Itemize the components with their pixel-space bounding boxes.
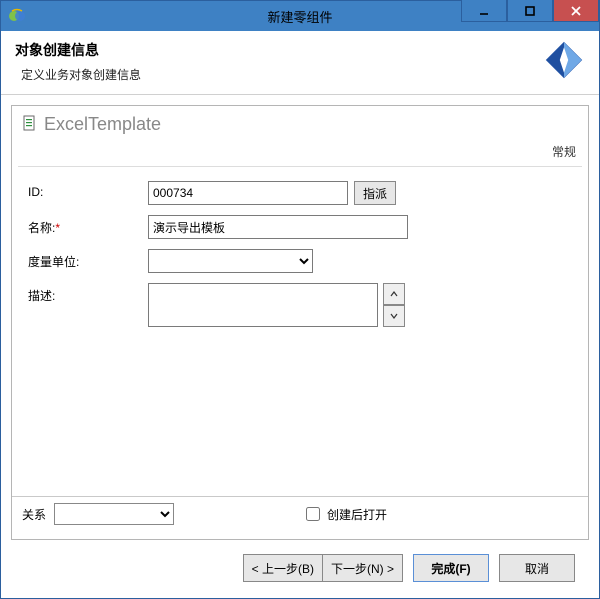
next-button[interactable]: 下一步(N) >: [322, 554, 403, 582]
template-icon: [22, 115, 38, 134]
wizard-footer: < 上一步(B) 下一步(N) > 完成(F) 取消: [11, 540, 589, 598]
main-area: ExcelTemplate 常规 ID: 指派 名称:*: [1, 95, 599, 598]
row-desc: 描述:: [28, 283, 572, 327]
maximize-icon: [524, 5, 536, 17]
open-after-create-wrap[interactable]: 创建后打开: [302, 504, 387, 524]
panel-title: ExcelTemplate: [44, 114, 161, 135]
label-unit: 度量单位:: [28, 249, 148, 270]
header-subtitle: 定义业务对象创建信息: [21, 66, 141, 83]
open-after-create-checkbox[interactable]: [306, 507, 320, 521]
form-panel: ExcelTemplate 常规 ID: 指派 名称:*: [11, 105, 589, 540]
row-name: 名称:*: [28, 215, 572, 239]
label-desc: 描述:: [28, 283, 148, 304]
minimize-icon: [478, 5, 490, 17]
label-id: ID:: [28, 181, 148, 199]
cancel-button[interactable]: 取消: [499, 554, 575, 582]
relation-select[interactable]: [54, 503, 174, 525]
app-icon: [9, 8, 25, 24]
form-grid: ID: 指派 名称:* 度量单位:: [22, 177, 578, 341]
header-title: 对象创建信息: [15, 40, 141, 60]
panel-tab-general[interactable]: 常规: [22, 143, 578, 160]
open-after-create-label: 创建后打开: [327, 506, 387, 523]
assign-button[interactable]: 指派: [354, 181, 396, 205]
desc-spinner: [383, 283, 405, 327]
wizard-header: 对象创建信息 定义业务对象创建信息: [1, 31, 599, 95]
label-name: 名称:*: [28, 215, 148, 236]
id-input[interactable]: [148, 181, 348, 205]
chevron-down-icon: [390, 313, 398, 319]
name-input[interactable]: [148, 215, 408, 239]
finish-button[interactable]: 完成(F): [413, 554, 489, 582]
maximize-button[interactable]: [507, 0, 553, 22]
back-button[interactable]: < 上一步(B): [243, 554, 322, 582]
close-icon: [570, 5, 582, 17]
desc-down-button[interactable]: [383, 305, 405, 327]
titlebar[interactable]: 新建零组件: [1, 1, 599, 31]
separator: [18, 166, 582, 167]
row-id: ID: 指派: [28, 181, 572, 205]
close-button[interactable]: [553, 0, 599, 22]
desc-up-button[interactable]: [383, 283, 405, 305]
window-controls: [461, 1, 599, 31]
wizard-icon: [543, 39, 585, 84]
minimize-button[interactable]: [461, 0, 507, 22]
chevron-up-icon: [390, 291, 398, 297]
relation-bar: 关系 创建后打开: [12, 496, 588, 531]
relation-label: 关系: [22, 506, 46, 523]
description-textarea[interactable]: [148, 283, 378, 327]
unit-select[interactable]: [148, 249, 313, 273]
dialog-window: 新建零组件 对象创建信息 定义业务对象创建信息: [0, 0, 600, 599]
row-unit: 度量单位:: [28, 249, 572, 273]
